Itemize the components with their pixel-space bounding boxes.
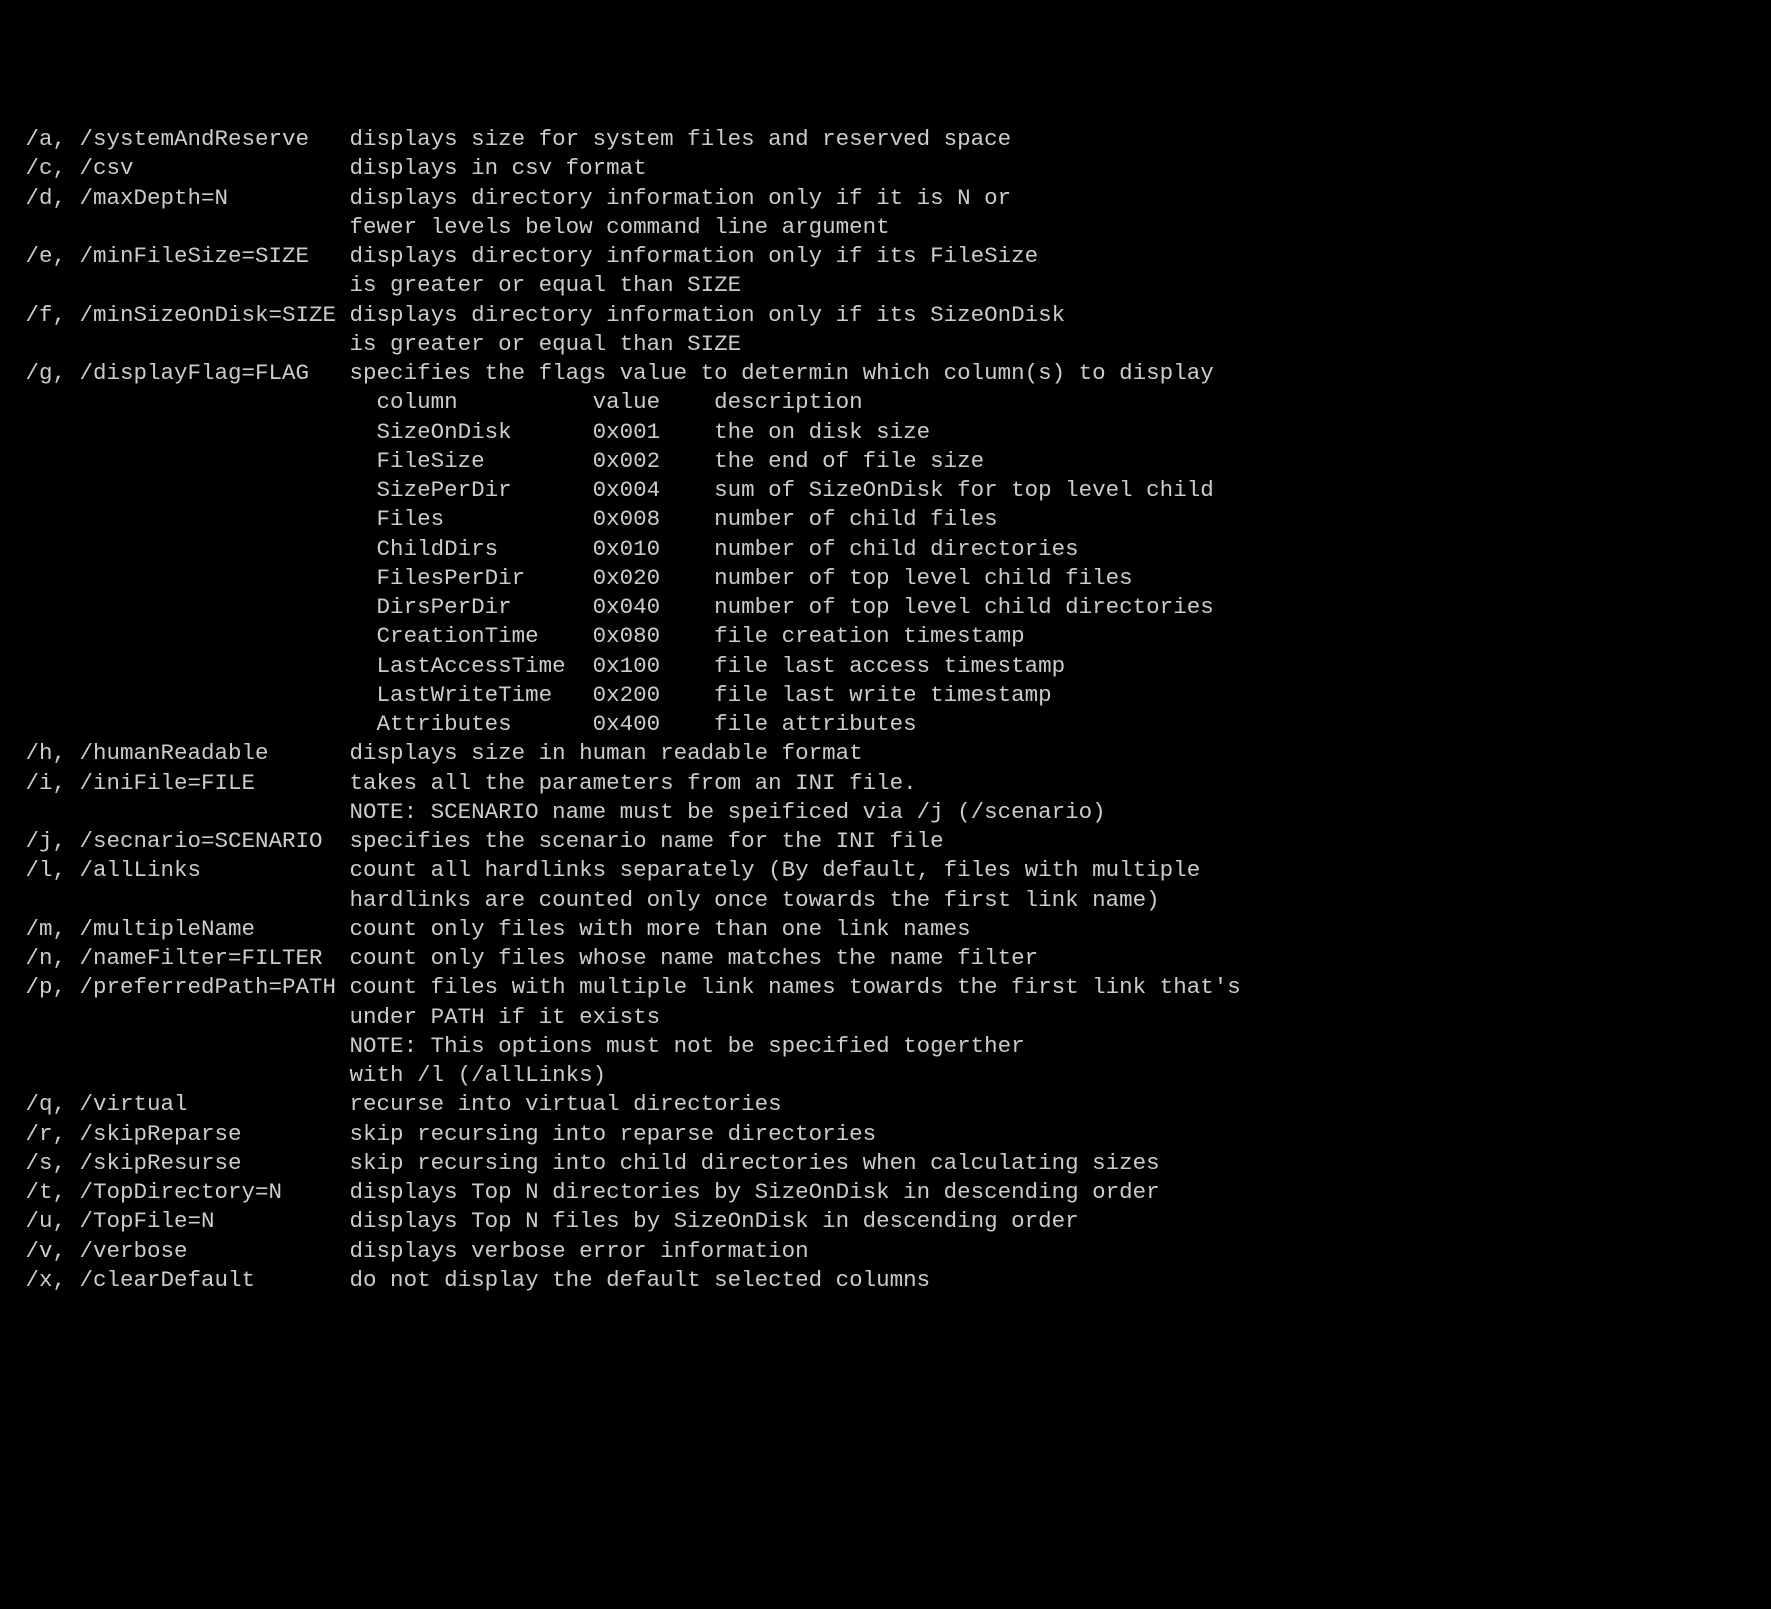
terminal-help-output: /a, /systemAndReserve displays size for … xyxy=(12,125,1759,1295)
